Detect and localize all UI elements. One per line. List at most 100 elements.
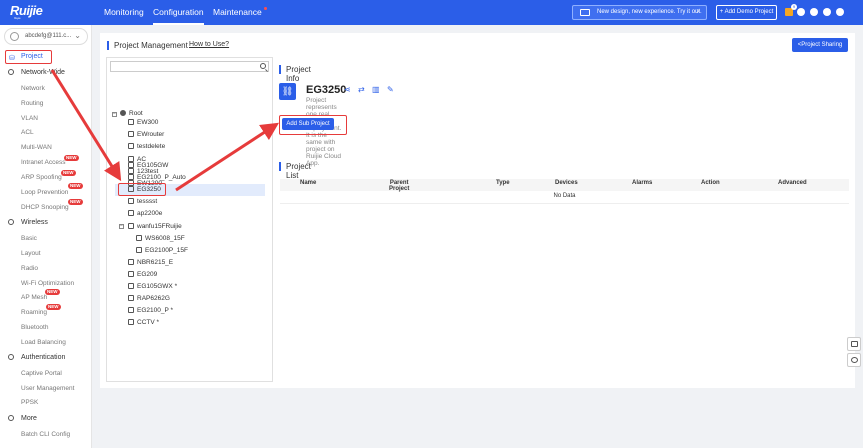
network-icon	[128, 131, 134, 137]
building-icon	[128, 223, 134, 229]
tree-node[interactable]: EW300	[128, 117, 158, 129]
sidebar-item-acl[interactable]: ACL	[0, 126, 92, 139]
tree-node[interactable]: CCTV *	[128, 317, 159, 329]
tree-node-label: CCTV *	[137, 319, 160, 326]
sidebar-group-wireless[interactable]: Wireless	[0, 216, 92, 229]
new-badge: NEW	[68, 199, 83, 205]
sidebar-item-load-balancing[interactable]: Load Balancing	[0, 336, 92, 349]
logo-subtext: Reyee	[14, 16, 21, 20]
network-icon	[128, 198, 134, 204]
settings-icon[interactable]	[797, 8, 805, 16]
edit-icon[interactable]: ✎	[387, 85, 394, 94]
add-sub-project-button[interactable]: Add Sub Project	[282, 118, 334, 130]
sidebar-item-routing[interactable]: Routing	[0, 97, 92, 110]
tree-node-label: EG105GWX *	[137, 283, 178, 290]
tree-search-input[interactable]	[110, 61, 269, 72]
tree-node[interactable]: WS6008_15F	[136, 233, 185, 245]
notification-badge: 9	[791, 4, 797, 10]
tree-node[interactable]: ap2200e	[128, 208, 162, 220]
add-demo-project-button[interactable]: + Add Demo Project	[716, 5, 777, 20]
column-name: Name	[300, 180, 317, 186]
network-icon	[128, 162, 134, 168]
tree-node[interactable]: EG2100P_15F	[136, 245, 188, 257]
main-panel: Project Management How to Use? <Project …	[100, 33, 855, 388]
sidebar-item-captive-portal[interactable]: Captive Portal	[0, 367, 92, 380]
tree-node[interactable]: EG209	[128, 269, 157, 281]
section-accent	[279, 65, 281, 74]
new-design-banner[interactable]: New design, new experience. Try it out. …	[572, 5, 707, 20]
collapse-icon[interactable]: −	[112, 112, 117, 117]
sidebar-item-basic[interactable]: Basic	[0, 232, 92, 245]
account-selector[interactable]: abcdefg@111.c... ⌄	[4, 28, 88, 45]
column-advanced: Advanced	[778, 180, 807, 186]
collapse-icon[interactable]: −	[119, 224, 124, 229]
tree-node[interactable]: EG105GWX *	[128, 281, 177, 293]
sidebar-group-label: Network-Wide	[21, 69, 65, 76]
search-icon[interactable]	[260, 63, 266, 69]
sidebar-item-radio[interactable]: Radio	[0, 262, 92, 275]
sidebar-item-layout[interactable]: Layout	[0, 247, 92, 260]
tree-node-label: wanfu15FRuijie	[137, 223, 182, 230]
sidebar-item-wifi-optimization[interactable]: Wi-Fi Optimization	[0, 277, 92, 290]
root-icon	[120, 110, 126, 116]
no-data-text: No Data	[553, 193, 576, 199]
share-icon[interactable]: ⋖	[344, 85, 351, 94]
language-icon[interactable]	[823, 8, 831, 16]
tree-node[interactable]: testdelete	[128, 141, 165, 153]
chevron-down-icon: ⌄	[74, 31, 81, 40]
network-icon	[136, 247, 142, 253]
sidebar-item-vlan[interactable]: VLAN	[0, 112, 92, 125]
tree-node-label: NBR6215_E	[137, 259, 174, 266]
ruijie-logo[interactable]: Ruijie Reyee	[10, 3, 70, 21]
sidebar-item-bluetooth[interactable]: Bluetooth	[0, 321, 92, 334]
tree-node-label: EG2100P_15F	[145, 247, 189, 254]
monitor-icon	[580, 9, 590, 16]
title-accent	[107, 41, 109, 50]
top-navigation-bar: Ruijie Reyee Monitoring Configuration Ma…	[0, 0, 863, 25]
tree-node[interactable]: wanfu15FRuijie	[128, 221, 182, 233]
network-icon	[128, 119, 134, 125]
sidebar-item-project[interactable]: ⛁ Project	[5, 50, 52, 64]
feedback-icon[interactable]	[847, 337, 861, 351]
tree-node[interactable]: EWrouter	[128, 129, 164, 141]
sidebar-item-network[interactable]: Network	[0, 82, 92, 95]
tree-node[interactable]: tesssst	[128, 196, 157, 208]
project-sharing-button[interactable]: <Project Sharing	[792, 38, 848, 52]
nav-monitoring[interactable]: Monitoring	[104, 0, 144, 25]
user-icon[interactable]	[836, 8, 844, 16]
nav-maintenance[interactable]: Maintenance	[213, 0, 267, 25]
sidebar-group-network-wide[interactable]: Network-Wide	[0, 66, 92, 79]
sidebar-group-more[interactable]: More	[0, 412, 92, 425]
tree-node[interactable]: NBR6215_E	[128, 257, 173, 269]
tree-node-label: tesssst	[137, 198, 158, 205]
sidebar-group-authentication[interactable]: Authentication	[0, 351, 92, 364]
delete-icon[interactable]: ▥	[372, 85, 380, 94]
tree-node-label: EG2100_P_Auto	[137, 174, 186, 181]
new-badge: NEW	[45, 289, 60, 295]
tree-node-selected[interactable]: EG3250	[128, 184, 161, 196]
project-name: EG3250	[306, 84, 347, 96]
tree-node-label: ap2200e	[137, 210, 163, 217]
sidebar-item-ppsk[interactable]: PPSK	[0, 396, 92, 409]
network-icon	[128, 174, 134, 180]
sidebar-item-batch-cli-config[interactable]: Batch CLI Config	[0, 428, 92, 441]
sidebar-item-user-management[interactable]: User Management	[0, 382, 92, 395]
nav-configuration[interactable]: Configuration	[153, 0, 204, 25]
sidebar-item-label: Project	[21, 53, 43, 60]
support-icon[interactable]	[847, 353, 861, 367]
tree-node-label: EWrouter	[137, 131, 165, 138]
promo-text: New design, new experience. Try it out.	[597, 9, 702, 15]
tree-node-label: EG105GW	[137, 162, 169, 169]
column-type: Type	[496, 180, 510, 186]
help-icon[interactable]	[810, 8, 818, 16]
tree-node-label: RAP6262G	[137, 295, 170, 302]
sidebar-item-multi-wan[interactable]: Multi-WAN	[0, 141, 92, 154]
network-icon	[136, 235, 142, 241]
tree-node[interactable]: EG2100_P *	[128, 305, 173, 317]
more-icon	[8, 415, 14, 421]
how-to-use-link[interactable]: How to Use?	[189, 41, 229, 48]
move-icon[interactable]: ⇄	[358, 85, 365, 94]
tree-node[interactable]: EG105GW	[128, 160, 168, 172]
new-badge: NEW	[46, 304, 61, 310]
tree-node[interactable]: RAP6262G	[128, 293, 170, 305]
